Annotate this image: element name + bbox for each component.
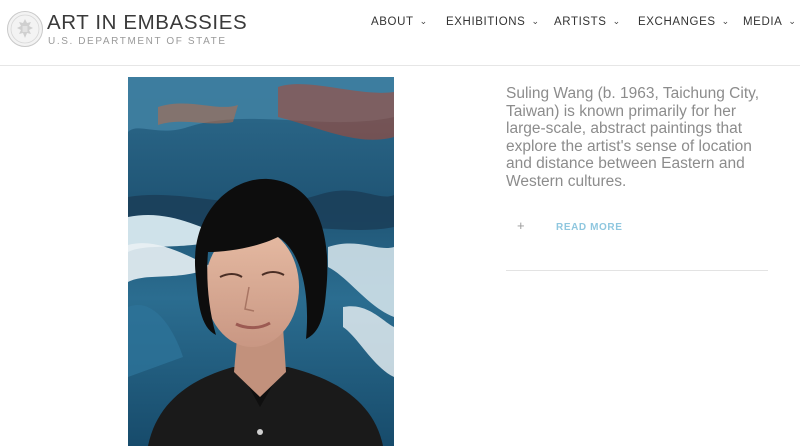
- nav-item-exhibitions[interactable]: EXHIBITIONS ⌄: [446, 16, 540, 28]
- main-nav: ABOUT ⌄ EXHIBITIONS ⌄ ARTISTS ⌄ EXCHANGES ⌄ …: [0, 16, 800, 32]
- site-subtitle: U.S. DEPARTMENT OF STATE: [48, 36, 227, 47]
- nav-label: EXCHANGES: [638, 16, 716, 28]
- nav-label: ARTISTS: [554, 16, 607, 28]
- nav-item-media[interactable]: MEDIA ⌄: [743, 16, 797, 28]
- nav-item-artists[interactable]: ARTISTS ⌄: [554, 16, 621, 28]
- site-header: ART IN EMBASSIES U.S. DEPARTMENT OF STAT…: [0, 0, 800, 66]
- chevron-down-icon: ⌄: [531, 16, 540, 26]
- divider: [506, 270, 768, 271]
- chevron-down-icon: ⌄: [788, 16, 797, 26]
- nav-item-exchanges[interactable]: EXCHANGES ⌄: [638, 16, 730, 28]
- chevron-down-icon: ⌄: [612, 16, 621, 26]
- read-more-button[interactable]: + READ MORE: [506, 218, 768, 238]
- nav-item-about[interactable]: ABOUT ⌄: [371, 16, 428, 28]
- nav-label: MEDIA: [743, 16, 783, 28]
- plus-icon: +: [517, 218, 525, 233]
- nav-label: ABOUT: [371, 16, 414, 28]
- artist-bio: Suling Wang (b. 1963, Taichung City, Tai…: [506, 85, 760, 190]
- read-more-label: READ MORE: [556, 222, 623, 233]
- chevron-down-icon: ⌄: [721, 16, 730, 26]
- artist-portrait-photo: [128, 77, 394, 446]
- chevron-down-icon: ⌄: [419, 16, 428, 26]
- nav-label: EXHIBITIONS: [446, 16, 526, 28]
